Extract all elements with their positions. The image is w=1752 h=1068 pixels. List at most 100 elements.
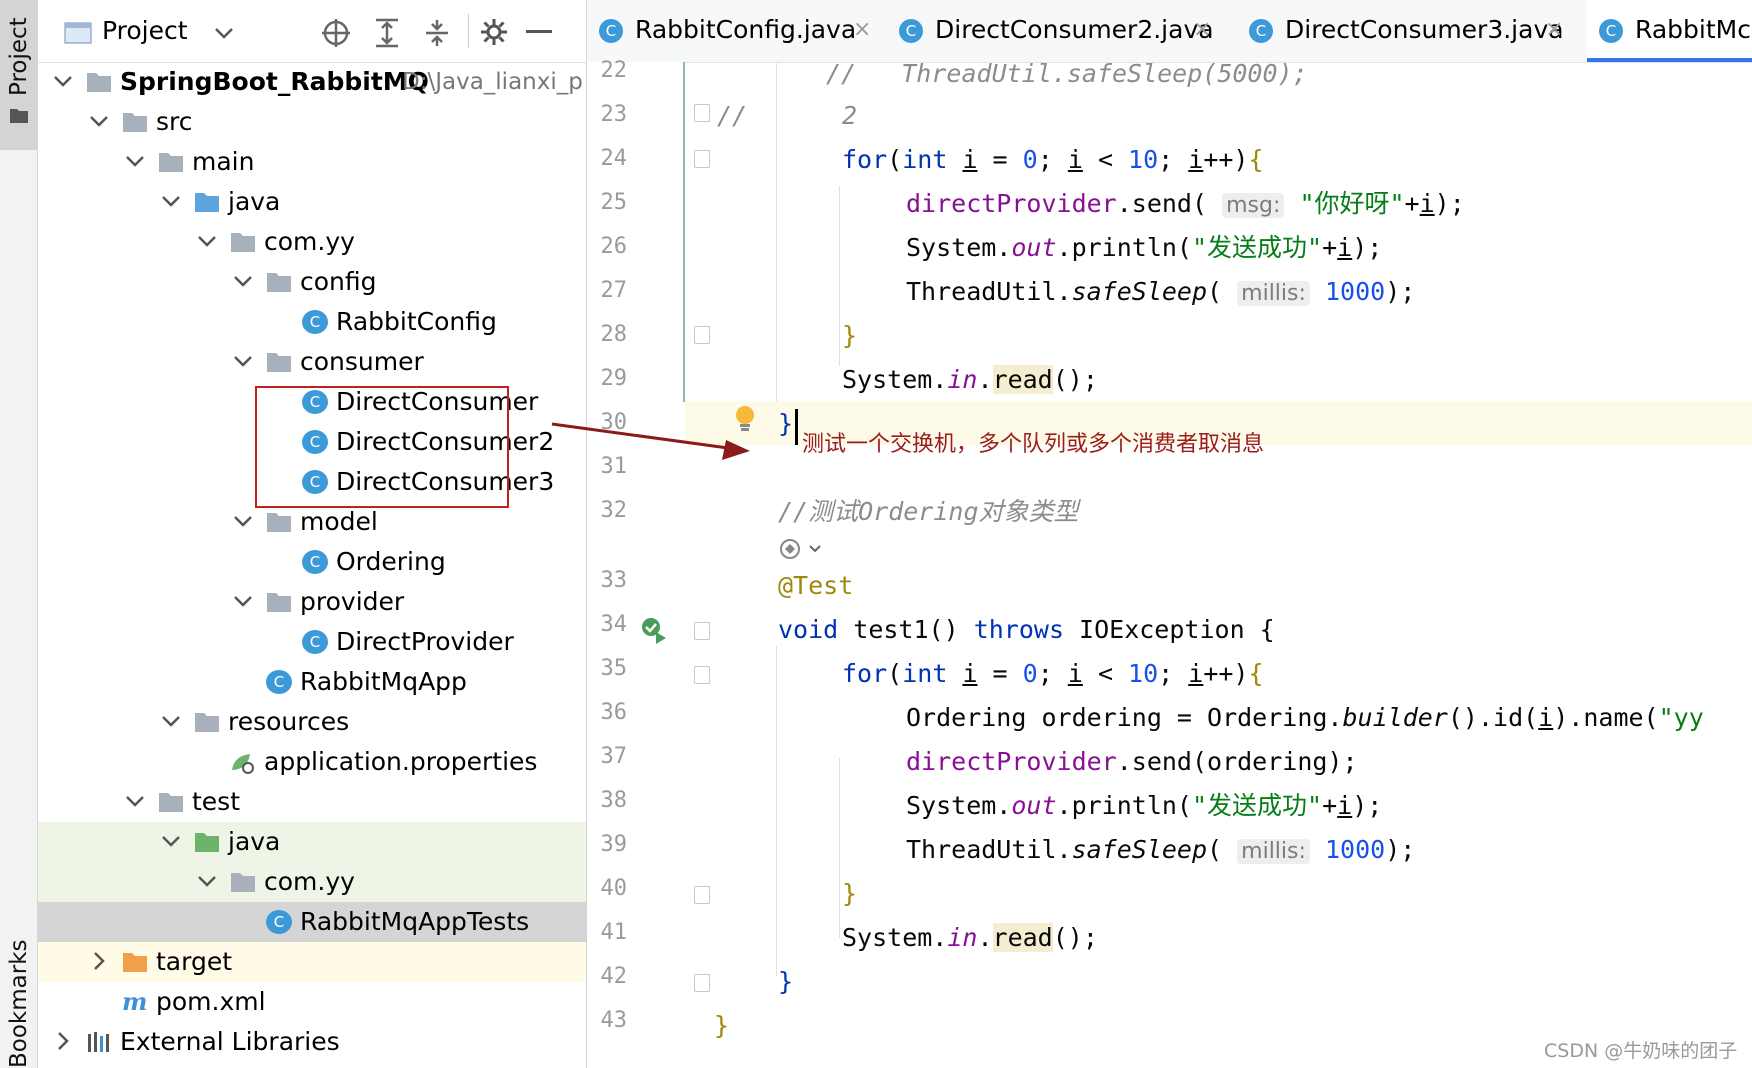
tree-item-label: application.properties [264,747,538,776]
package-icon [267,353,291,372]
chevron-right-icon[interactable] [52,1030,74,1052]
gear-icon[interactable] [480,18,508,46]
module-path: D:\Java_lianxi_p [402,69,583,95]
class-icon: C [302,310,328,334]
tree-item-label: java [228,827,281,856]
line-number: 33 [600,568,628,593]
tree-item[interactable]: main [38,142,586,182]
tree-item-label: RabbitConfig [336,307,497,336]
tree-item[interactable]: resources [38,702,586,742]
tree-item[interactable]: SpringBoot_RabbitMQ D:\Java_lianxi_p [38,62,586,102]
tree-item-label: resources [228,707,350,736]
tab-rabbitconfig[interactable]: C RabbitConfig.java × [587,0,887,62]
tab-directconsumer2[interactable]: C DirectConsumer2.java × [887,0,1237,62]
tree-item-label: RabbitMqApp [300,667,467,696]
tree-item[interactable]: application.properties [38,742,586,782]
chevron-down-icon[interactable] [232,270,254,292]
folder-icon [123,113,147,132]
tree-item[interactable]: model [38,502,586,542]
tree-item[interactable]: External Libraries [38,1022,586,1062]
chevron-down-icon[interactable] [232,510,254,532]
close-icon[interactable]: × [1545,17,1563,42]
chevron-down-icon[interactable] [160,190,182,212]
line-number: 39 [600,832,628,857]
locate-icon[interactable] [322,19,350,47]
tab-directconsumer3[interactable]: C DirectConsumer3.java × [1237,0,1587,62]
tree-item[interactable]: target [38,942,586,982]
chevron-down-icon[interactable] [196,870,218,892]
project-tool-tab[interactable]: Project [0,0,37,150]
run-test-icon[interactable] [640,616,668,644]
bookmarks-tab-label[interactable]: Bookmarks [6,940,32,1068]
collapse-all-icon[interactable] [424,18,450,48]
close-icon[interactable]: × [1193,17,1211,42]
maven-icon: m [122,990,147,1014]
tree-item[interactable]: consumer [38,342,586,382]
annotation-arrow [551,422,750,460]
hide-panel-icon[interactable] [526,30,552,34]
chevron-down-icon[interactable] [52,70,74,92]
tree-item-label: DirectProvider [336,627,514,656]
ai-assistant-icon[interactable] [778,536,824,562]
tree-item[interactable]: src [38,102,586,142]
project-panel-title[interactable]: Project [102,16,188,45]
chevron-down-icon[interactable] [124,790,146,812]
tree-item-label: test [192,787,241,816]
tree-item[interactable]: C RabbitMqApp [38,662,586,702]
tree-item[interactable]: java [38,822,586,862]
package-icon [231,233,255,252]
line-number: 27 [600,278,628,303]
line-number: 23 [600,102,628,127]
class-icon: C [302,630,328,654]
spring-class-icon: C [1599,19,1623,43]
code-editor[interactable]: // ThreadUtil.safeSleep(5000); // 2 for(… [685,62,1752,1068]
chevron-down-icon[interactable] [232,590,254,612]
tree-item[interactable]: provider [38,582,586,622]
tree-item[interactable]: m pom.xml [38,982,586,1022]
tree-item-label: com.yy [264,227,355,256]
chevron-down-icon[interactable] [160,830,182,852]
spring-class-icon: C [266,670,292,694]
tool-window-strip: Project Bookmarks [0,0,38,1068]
tree-item-label: consumer [300,347,424,376]
line-number: 35 [600,656,628,681]
line-number: 26 [600,234,628,259]
tree-item[interactable]: config [38,262,586,302]
chevron-down-icon[interactable] [232,350,254,372]
tree-item[interactable]: test [38,782,586,822]
chevron-down-icon[interactable] [124,150,146,172]
project-view-icon [64,22,92,44]
tree-item[interactable]: C DirectProvider [38,622,586,662]
chevron-down-icon[interactable] [214,27,234,39]
tree-item[interactable]: com.yy [38,222,586,262]
tree-item-label: pom.xml [156,987,266,1016]
tree-item[interactable]: C Ordering [38,542,586,582]
line-number: 24 [600,146,628,171]
package-icon [267,513,291,532]
line-number: 38 [600,788,628,813]
chevron-down-icon[interactable] [88,110,110,132]
tree-item[interactable]: com.yy [38,862,586,902]
chevron-right-icon[interactable] [88,950,110,972]
tree-item-label: RabbitMqAppTests [300,907,530,936]
line-number: 34 [600,612,628,637]
line-number: 42 [600,964,628,989]
tree-item[interactable]: C RabbitConfig [38,302,586,342]
watermark: CSDN @牛奶味的团子 [1544,1040,1738,1062]
close-icon[interactable]: × [853,17,871,42]
comment-line: // ThreadUtil.safeSleep(5000); [826,62,1308,88]
line-number: 32 [600,498,628,523]
highlight-box [255,386,509,508]
expand-all-icon[interactable] [374,18,400,48]
libraries-icon [88,1032,109,1052]
tree-item[interactable]: C RabbitMqAppTests [38,902,586,942]
chevron-down-icon[interactable] [196,230,218,252]
chevron-down-icon[interactable] [160,710,182,732]
tree-item-label: main [192,147,255,176]
module-icon [87,73,111,92]
class-icon: C [1249,19,1273,43]
tab-rabbitmqapptests[interactable]: C RabbitMc [1587,0,1752,62]
excluded-folder-icon [123,953,147,972]
tree-item[interactable]: java [38,182,586,222]
tree-item-label: target [156,947,233,976]
